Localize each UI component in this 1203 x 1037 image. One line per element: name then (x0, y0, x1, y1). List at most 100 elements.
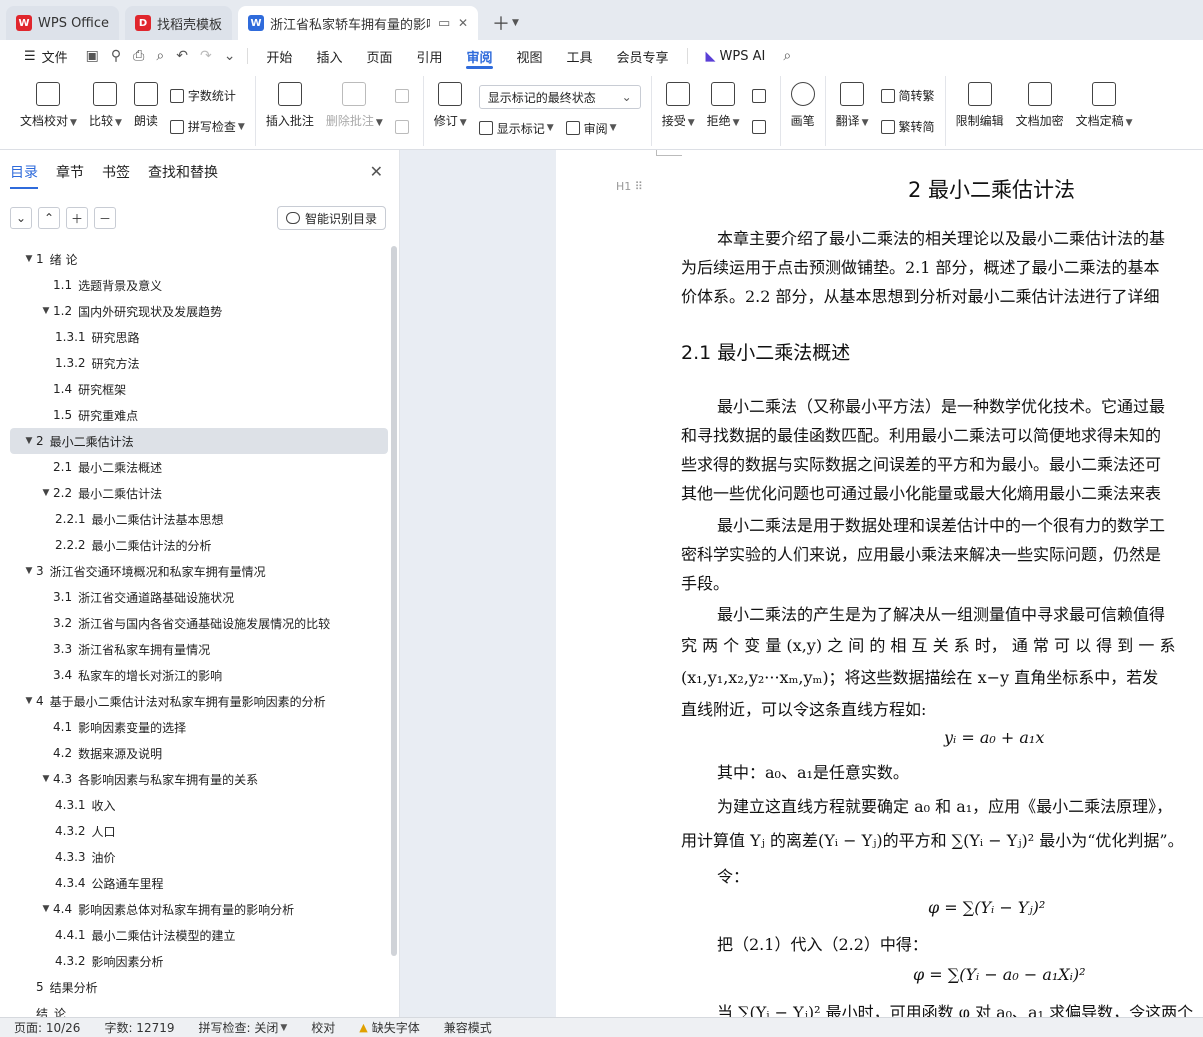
toc-item[interactable]: 3.4 私家车的增长对浙江的影响 (10, 662, 388, 688)
expand-arrow-icon[interactable]: ▼ (39, 306, 53, 316)
insert-comment-button[interactable]: 插入批注 (260, 76, 320, 146)
review-pane-button[interactable]: 审阅 ▼ (565, 120, 617, 137)
ink-button[interactable]: 画笔 (785, 76, 821, 146)
toc-item[interactable]: 4.3.2 人口 (10, 818, 388, 844)
toc-item[interactable]: ▼ 1 绪 论 (10, 246, 388, 272)
translate-button[interactable]: 翻译 ▼ (830, 76, 875, 146)
toc-item[interactable]: 4.1 影响因素变量的选择 (10, 714, 388, 740)
delete-comment-button[interactable]: 删除批注 ▼ (320, 76, 389, 146)
redo-icon[interactable]: ↷ (194, 48, 218, 64)
toc-item[interactable]: 1.3.1 研究思路 (10, 324, 388, 350)
menu-tools[interactable]: 工具 (555, 40, 605, 72)
toc-item[interactable]: ▼ 4.3 各影响因素与私家车拥有量的关系 (10, 766, 388, 792)
doc-check-button[interactable]: 文档校对 ▼ (14, 76, 83, 146)
word-count-indicator[interactable]: 字数: 12719 (104, 1019, 174, 1036)
toc-item[interactable]: ▼ 1.2 国内外研究现状及发展趋势 (10, 298, 388, 324)
menu-page[interactable]: 页面 (354, 40, 404, 72)
next-comment-button[interactable] (394, 119, 413, 134)
monitor-icon[interactable]: ▭ (438, 16, 450, 31)
menu-start[interactable]: 开始 (254, 40, 304, 72)
toc-item[interactable]: ▼ 4.4 影响因素总体对私家车拥有量的影响分析 (10, 896, 388, 922)
minus-icon[interactable]: － (94, 207, 116, 229)
prev-comment-button[interactable] (394, 88, 413, 103)
read-aloud-button[interactable]: 朗读 (128, 76, 164, 146)
tab-docer[interactable]: D 找稻壳模板 (125, 6, 233, 40)
close-icon[interactable]: ✕ (458, 16, 468, 30)
toc-item[interactable]: 4.2 数据来源及说明 (10, 740, 388, 766)
prev-change-button[interactable] (751, 88, 770, 103)
expand-arrow-icon[interactable]: ▼ (22, 436, 36, 446)
share-icon[interactable]: ⚲ (105, 48, 127, 64)
expand-arrow-icon[interactable]: ▼ (39, 488, 53, 498)
heading-marker[interactable]: H1 ⠿ (616, 180, 643, 193)
toc-item[interactable]: 3.3 浙江省私家车拥有量情况 (10, 636, 388, 662)
markup-state-select[interactable]: 显示标记的最终状态 ⌄ (478, 85, 641, 110)
toc-item[interactable]: 3.2 浙江省与国内各省交通基础设施发展情况的比较 (10, 610, 388, 636)
to-traditional-button[interactable]: 简转繁 (880, 87, 935, 104)
toc-item[interactable]: 5 结果分析 (10, 974, 388, 1000)
show-markup-button[interactable]: 显示标记 ▼ (478, 120, 554, 137)
scrollbar[interactable] (391, 246, 397, 956)
spell-check-button[interactable]: 拼写检查 ▼ (169, 118, 245, 135)
toc-item[interactable]: 1.5 研究重难点 (10, 402, 388, 428)
tab-toc[interactable]: 目录 (10, 162, 38, 189)
save-icon[interactable]: ▣ (80, 48, 105, 64)
toc-item[interactable]: 4.3.3 油价 (10, 844, 388, 870)
compare-button[interactable]: 比较 ▼ (83, 76, 128, 146)
proof-status[interactable]: 校对 (311, 1019, 335, 1036)
encrypt-button[interactable]: 文档加密 (1010, 76, 1070, 146)
accept-button[interactable]: 接受 ▼ (656, 76, 701, 146)
revise-button[interactable]: 修订 ▼ (428, 76, 473, 146)
next-change-button[interactable] (751, 119, 770, 134)
tab-find-replace[interactable]: 查找和替换 (148, 162, 218, 189)
toc-item[interactable]: ▼ 3 浙江省交通环境概况和私家车拥有量情况 (10, 558, 388, 584)
finalize-button[interactable]: 文档定稿 ▼ (1070, 76, 1139, 146)
close-icon[interactable]: ✕ (370, 162, 383, 181)
expand-arrow-icon[interactable]: ▼ (22, 566, 36, 576)
expand-arrow-icon[interactable]: ▼ (39, 774, 53, 784)
toc-item[interactable]: 4.4.1 最小二乘估计法模型的建立 (10, 922, 388, 948)
wps-ai-button[interactable]: ◣ WPS AI (694, 40, 778, 72)
toc-item[interactable]: ▼ 2.2 最小二乘估计法 (10, 480, 388, 506)
print-icon[interactable]: ⎙ (127, 48, 150, 64)
search-icon[interactable]: ⌕ (777, 48, 797, 64)
new-tab-button[interactable]: ＋ ▼ (484, 6, 527, 40)
menu-member[interactable]: 会员专享 (605, 40, 681, 72)
page-indicator[interactable]: 页面: 10/26 (14, 1019, 80, 1036)
tab-wps-office[interactable]: W WPS Office (6, 6, 120, 40)
expand-arrow-icon[interactable]: ▼ (22, 254, 36, 264)
spell-check-status[interactable]: 拼写检查: 关闭 ▼ (199, 1019, 288, 1036)
toc-item[interactable]: 2.2.2 最小二乘估计法的分析 (10, 532, 388, 558)
to-simplified-button[interactable]: 繁转简 (880, 118, 935, 135)
undo-icon[interactable]: ↶ (170, 48, 194, 64)
print-preview-icon[interactable]: ⌕ (150, 48, 170, 64)
toc-item[interactable]: 1.4 研究框架 (10, 376, 388, 402)
chevron-down-icon[interactable]: ▼ (512, 18, 519, 28)
expand-arrow-icon[interactable]: ▼ (22, 696, 36, 706)
menu-reference[interactable]: 引用 (404, 40, 454, 72)
tab-bookmarks[interactable]: 书签 (102, 162, 130, 189)
toc-item[interactable]: 2.2.1 最小二乘估计法基本思想 (10, 506, 388, 532)
toc-item[interactable]: 4.3.1 收入 (10, 792, 388, 818)
toc-item[interactable]: 4.3.2 影响因素分析 (10, 948, 388, 974)
menu-insert[interactable]: 插入 (304, 40, 354, 72)
toc-item[interactable]: 3.1 浙江省交通道路基础设施状况 (10, 584, 388, 610)
smart-toc-button[interactable]: 智能识别目录 (276, 206, 386, 230)
menu-review[interactable]: 审阅 (454, 40, 504, 72)
reject-button[interactable]: 拒绝 ▼ (701, 76, 746, 146)
menu-view[interactable]: 视图 (505, 40, 555, 72)
toc-item[interactable]: ▼ 2 最小二乘估计法 (10, 428, 388, 454)
tab-chapters[interactable]: 章节 (56, 162, 84, 189)
plus-icon[interactable]: ＋ (66, 207, 88, 229)
toc-item[interactable]: 2.1 最小二乘法概述 (10, 454, 388, 480)
missing-font-status[interactable]: ▲ 缺失字体 (359, 1019, 419, 1036)
drag-handle-icon[interactable]: ⠿ (635, 180, 643, 193)
chevron-up-icon[interactable]: ⌃ (38, 207, 60, 229)
toc-item[interactable]: 1.3.2 研究方法 (10, 350, 388, 376)
expand-arrow-icon[interactable]: ▼ (39, 904, 53, 914)
file-menu[interactable]: ☰ 文件 (12, 40, 80, 72)
toc-item[interactable]: 4.3.4 公路通车里程 (10, 870, 388, 896)
toc-item[interactable]: ▼ 4 基于最小二乘估计法对私家车拥有量影响因素的分析 (10, 688, 388, 714)
word-count-button[interactable]: 字数统计 (169, 87, 245, 104)
restrict-edit-button[interactable]: 限制编辑 (950, 76, 1010, 146)
